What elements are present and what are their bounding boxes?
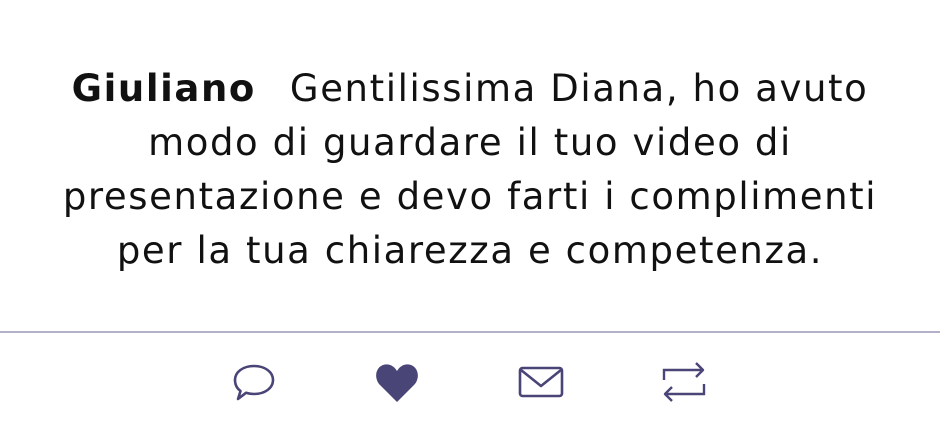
mail-icon — [518, 366, 564, 398]
message-button[interactable] — [516, 358, 566, 406]
divider — [0, 331, 940, 333]
repost-icon — [662, 362, 706, 402]
comment-icon — [233, 364, 275, 401]
comment-button[interactable] — [229, 358, 279, 406]
repost-button[interactable] — [659, 358, 709, 406]
heart-icon — [376, 364, 418, 402]
like-button[interactable] — [372, 358, 422, 406]
action-bar — [0, 358, 940, 408]
post-body: Giuliano Gentilissima Diana, ho avuto mod… — [40, 62, 900, 278]
post-author: Giuliano — [71, 67, 256, 110]
